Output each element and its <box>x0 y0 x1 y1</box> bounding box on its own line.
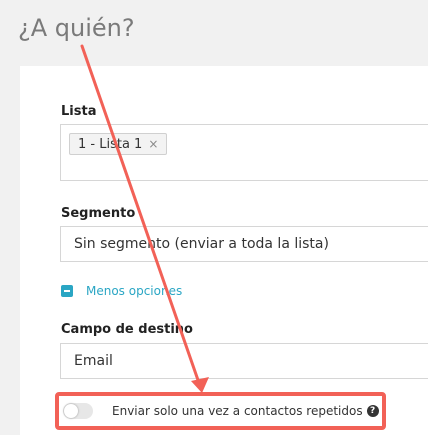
tag-remove-icon[interactable]: × <box>148 137 158 151</box>
lista-tag-label: 1 - Lista 1 <box>78 136 143 152</box>
menos-opciones-link[interactable]: Menos opciones <box>61 284 182 298</box>
minus-square-icon <box>61 285 73 297</box>
segmento-label: Segmento <box>61 206 136 221</box>
segmento-value: Sin segmento (enviar a toda la lista) <box>74 236 329 252</box>
segmento-select[interactable]: Sin segmento (enviar a toda la lista) <box>60 226 428 262</box>
help-icon[interactable]: ? <box>366 405 379 417</box>
campo-destino-label: Campo de destino <box>61 322 193 337</box>
repeat-contacts-toggle[interactable] <box>63 403 93 419</box>
menos-opciones-label: Menos opciones <box>86 284 183 298</box>
lista-multiselect[interactable]: 1 - Lista 1 × <box>60 124 428 181</box>
toggle-knob <box>64 404 78 418</box>
repeat-contacts-label: Enviar solo una vez a contactos repetido… <box>112 404 363 418</box>
campo-destino-select[interactable]: Email <box>60 343 428 379</box>
lista-tag: 1 - Lista 1 × <box>69 133 168 155</box>
annotation-highlight-box: Enviar solo una vez a contactos repetido… <box>55 392 386 430</box>
lista-label: Lista <box>61 104 97 119</box>
campo-destino-value: Email <box>74 353 113 369</box>
page-title: ¿A quién? <box>18 14 135 42</box>
